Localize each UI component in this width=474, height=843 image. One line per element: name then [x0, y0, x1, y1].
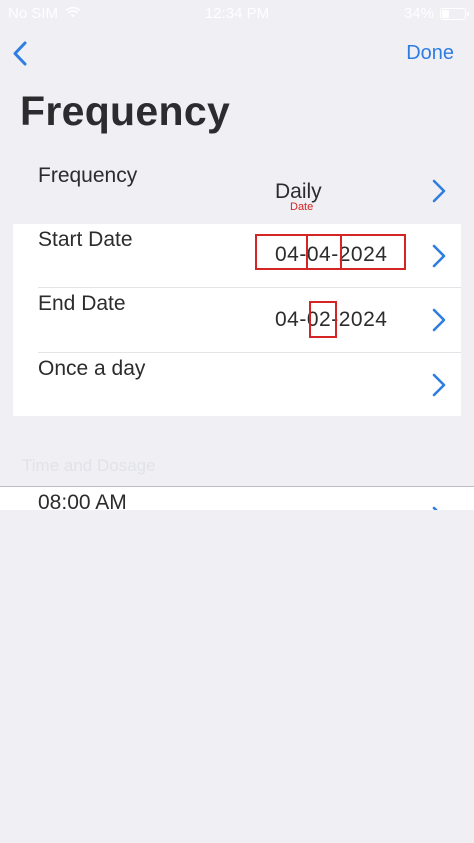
- status-bar: No SIM 12:34 PM 34%: [0, 0, 474, 26]
- battery-icon: [440, 7, 469, 20]
- start-date-chevron[interactable]: [431, 243, 447, 269]
- end-date-month: 04-: [275, 308, 307, 331]
- done-button[interactable]: Done: [406, 42, 454, 65]
- page-title: Frequency: [20, 88, 231, 134]
- end-date-year: -2024: [331, 308, 388, 331]
- chevron-left-icon: [13, 41, 27, 66]
- chevron-right-icon: [432, 308, 446, 332]
- battery-fill: [442, 9, 449, 18]
- once-a-day-label: Once a day: [38, 357, 146, 380]
- back-button[interactable]: [10, 38, 34, 70]
- frequency-label: Frequency: [38, 164, 138, 187]
- status-right: 34%: [403, 5, 469, 22]
- row-divider: [38, 352, 461, 353]
- time-row[interactable]: 08:00 AM: [0, 486, 474, 510]
- frequency-chevron[interactable]: [431, 178, 447, 204]
- battery-percent: 34%: [403, 5, 434, 22]
- section-header: Time and Dosage: [22, 456, 156, 475]
- end-date-chevron[interactable]: [431, 307, 447, 333]
- end-date-label: End Date: [38, 292, 126, 315]
- chevron-right-icon: [432, 506, 438, 510]
- chevron-right-icon: [432, 244, 446, 268]
- frequency-sub-label: Date: [290, 201, 314, 213]
- start-date-day-highlight: [306, 234, 342, 270]
- start-date-label: Start Date: [38, 228, 133, 251]
- time-chevron[interactable]: [431, 505, 447, 510]
- row-divider: [38, 287, 461, 288]
- chevron-right-icon: [432, 373, 446, 397]
- once-a-day-chevron[interactable]: [431, 372, 447, 398]
- status-time: 12:34 PM: [204, 5, 270, 22]
- time-label: 08:00 AM: [38, 491, 127, 510]
- chevron-right-icon: [432, 179, 446, 203]
- end-date-day-highlight: [309, 301, 337, 338]
